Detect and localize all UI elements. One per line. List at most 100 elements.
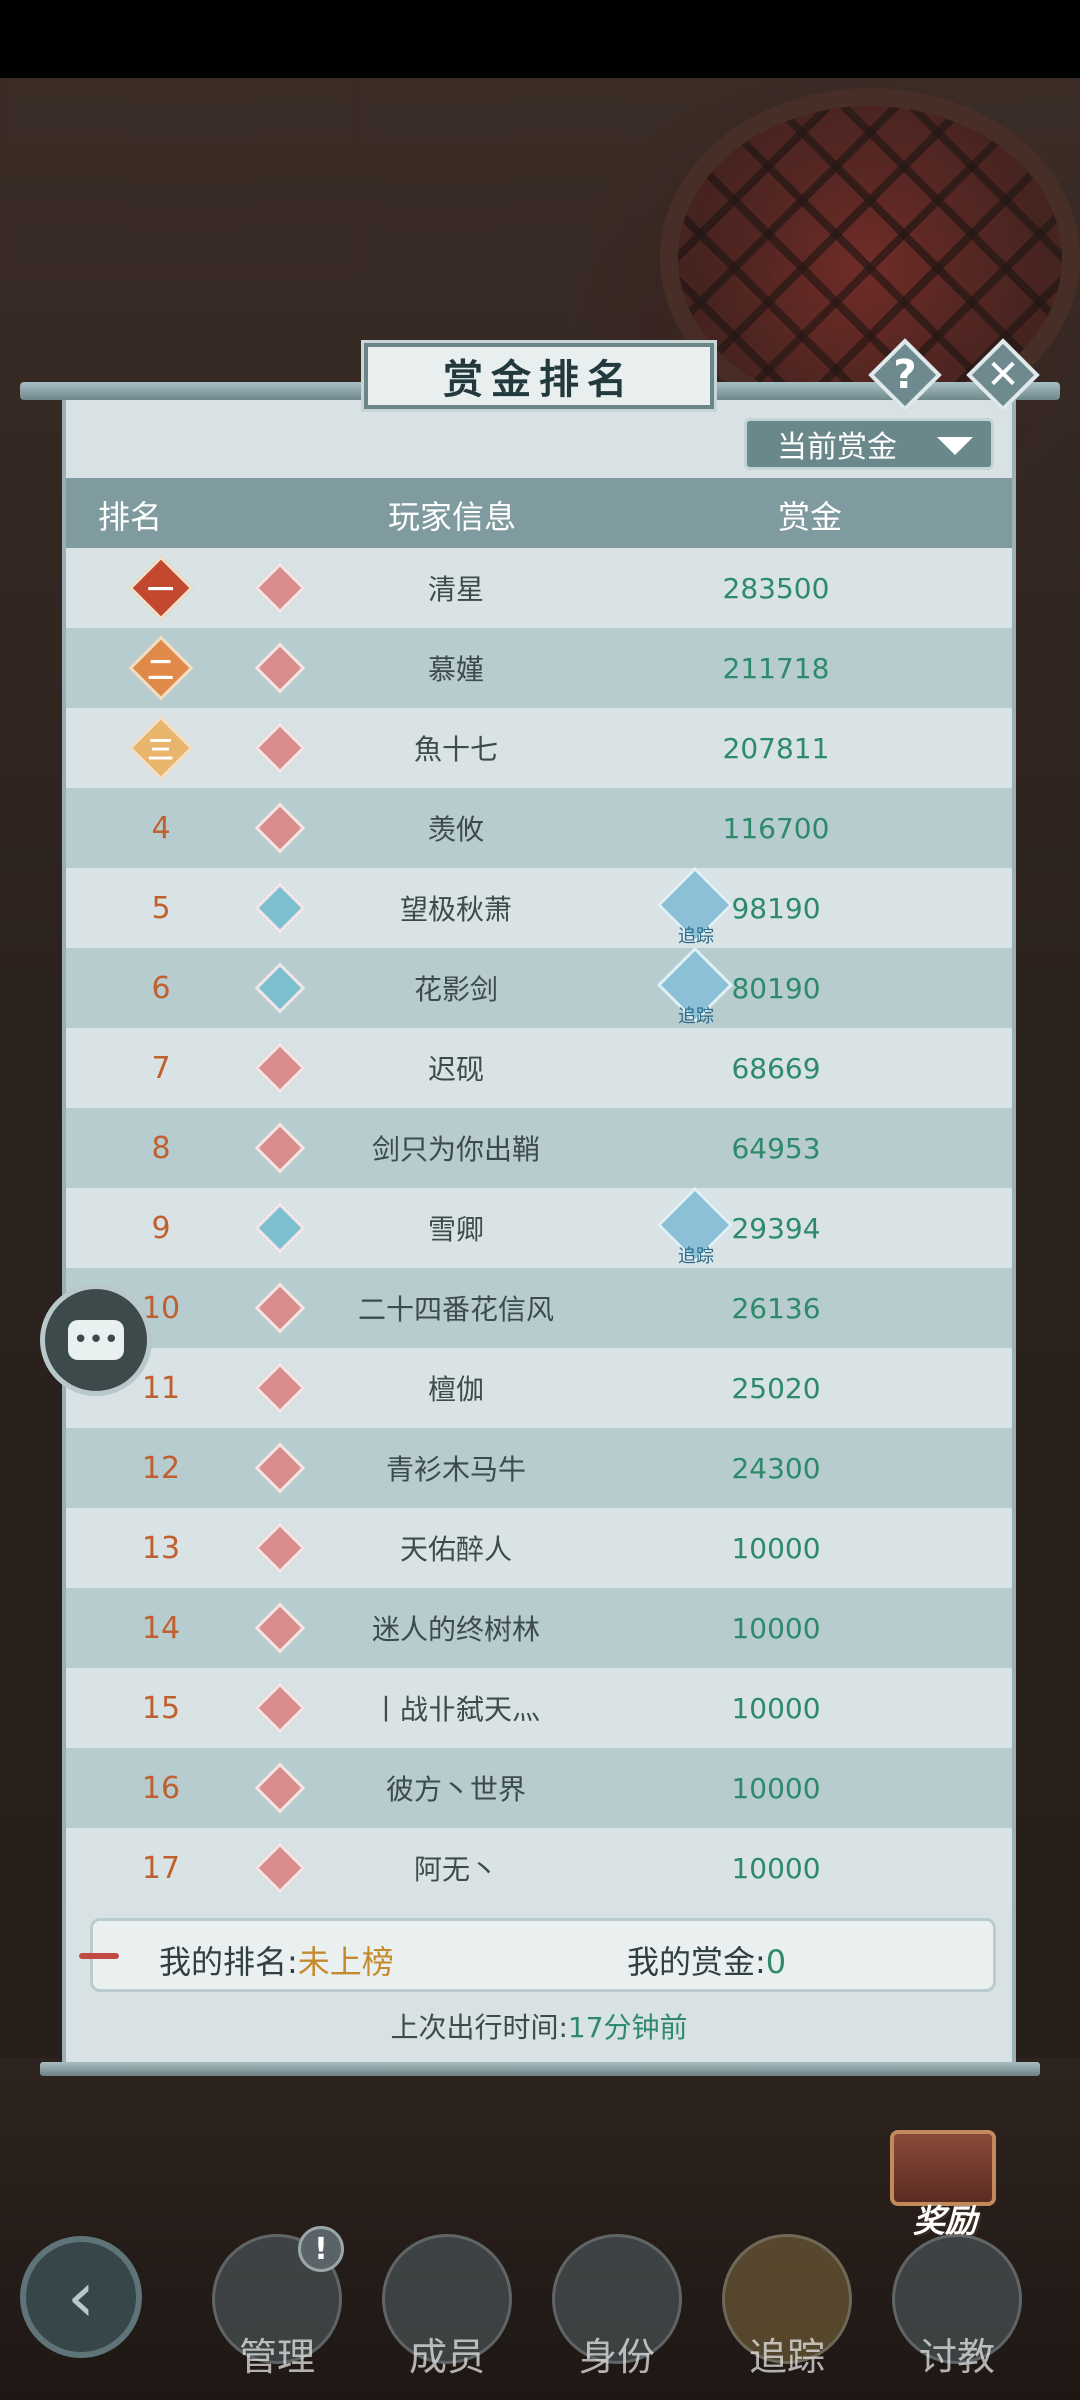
back-button[interactable]: ‹: [20, 2236, 142, 2358]
player-name: 雪卿: [427, 1213, 484, 1246]
rank-value: 15: [141, 1690, 181, 1726]
panel-title: 赏金排名: [443, 356, 635, 403]
rank-value: 8: [151, 1130, 171, 1166]
nav-identity[interactable]: 身份: [552, 2234, 682, 2394]
help-button[interactable]: ?: [868, 338, 942, 412]
rank-cell: 5: [126, 868, 196, 948]
rank-cell: 4: [126, 788, 196, 868]
close-button[interactable]: ✕: [966, 338, 1040, 412]
table-row[interactable]: 15 丨战卝弑天灬 10000: [66, 1668, 1012, 1748]
my-bounty: 我的赏金:0: [627, 1937, 786, 1983]
last-outing-time: 上次出行时间:17分钟前: [66, 2006, 1012, 2046]
rank-medal-icon: 三: [128, 715, 194, 781]
rank-cell: 15: [126, 1668, 196, 1748]
back-arrow-icon: ‹: [67, 2256, 95, 2338]
table-row[interactable]: 9 雪卿 追踪 29394: [66, 1186, 1012, 1268]
header-rank: 排名: [98, 498, 163, 536]
player-name: 阿无丶: [413, 1853, 498, 1886]
rank-cell: 9: [126, 1188, 196, 1268]
bounty-value: 98190: [731, 891, 821, 925]
wooden-beam: [0, 78, 360, 278]
table-row[interactable]: 17 阿无丶 10000: [66, 1828, 1012, 1908]
table-row[interactable]: 三 魚十七 207811: [66, 708, 1012, 788]
bounty-filter-dropdown[interactable]: 当前赏金: [744, 418, 994, 470]
my-rank-label: 我的排名:: [159, 1943, 298, 1981]
bounty-value: 283500: [722, 571, 830, 605]
reward-button[interactable]: 奖励: [880, 2120, 1010, 2240]
rank-value: 11: [141, 1370, 181, 1406]
table-row[interactable]: 6 花影剑 追踪 80190: [66, 946, 1012, 1028]
nav-manage-label: 管理: [238, 2335, 315, 2379]
chat-button[interactable]: •••: [40, 1284, 152, 1396]
rank-cell: 8: [126, 1108, 196, 1188]
rank-cell: 12: [126, 1428, 196, 1508]
rank-value: 17: [141, 1850, 181, 1886]
bounty-value: 116700: [722, 811, 830, 845]
question-icon: ?: [893, 352, 917, 398]
player-name: 二十四番花信风: [357, 1293, 554, 1326]
nav-challenge[interactable]: 讨教: [892, 2234, 1022, 2394]
dropdown-label: 当前赏金: [777, 430, 897, 465]
table-row[interactable]: 13 天佑醉人 10000: [66, 1508, 1012, 1588]
my-bounty-label: 我的赏金:: [627, 1943, 766, 1981]
chat-bubble-icon: •••: [68, 1320, 124, 1360]
table-row[interactable]: 11 檀伽 25020: [66, 1348, 1012, 1428]
nav-members[interactable]: 成员: [382, 2234, 512, 2394]
player-name: 天佑醉人: [399, 1533, 512, 1566]
nav-track[interactable]: 追踪: [722, 2234, 852, 2394]
table-header: 排名 玩家信息 赏金: [66, 478, 1012, 548]
rank-cell: 6: [126, 948, 196, 1028]
my-rank: 我的排名:未上榜: [159, 1937, 394, 1983]
my-rank-value: 未上榜: [297, 1943, 394, 1981]
bounty-value: 10000: [731, 1691, 821, 1725]
nav-track-label: 追踪: [748, 2335, 825, 2379]
bounty-value: 24300: [731, 1451, 821, 1485]
chevron-down-icon: [937, 437, 973, 455]
scroll-bottom-rod: [40, 2062, 1040, 2076]
bounty-value: 29394: [731, 1211, 821, 1245]
rank-value: 14: [141, 1610, 181, 1646]
table-row[interactable]: 7 迟砚 68669: [66, 1028, 1012, 1108]
table-row[interactable]: 一 清星 283500: [66, 548, 1012, 628]
table-row[interactable]: 8 剑只为你出鞘 64953: [66, 1108, 1012, 1188]
bottom-nav: ‹ 管理 成员 身份 追踪 讨教: [0, 2230, 1080, 2400]
table-row[interactable]: 二 慕嫤 211718: [66, 628, 1012, 708]
rank-medal-icon: 二: [128, 635, 194, 701]
rank-cell: 一: [126, 548, 196, 628]
rank-value: 5: [151, 890, 171, 926]
bounty-value: 64953: [731, 1131, 821, 1165]
bounty-value: 211718: [722, 651, 830, 685]
bounty-value: 10000: [731, 1771, 821, 1805]
table-row[interactable]: 16 彼方丶世界 10000: [66, 1748, 1012, 1828]
table-row[interactable]: 14 迷人的终树林 10000: [66, 1588, 1012, 1668]
rank-cell: 三: [126, 708, 196, 788]
rank-value: 二: [147, 655, 175, 686]
rank-medal-icon: 一: [128, 555, 194, 621]
table-row[interactable]: 10 二十四番花信风 26136: [66, 1268, 1012, 1348]
player-name: 羡攸: [427, 813, 484, 846]
bounty-value: 10000: [731, 1851, 821, 1885]
player-name: 清星: [427, 573, 484, 606]
last-out-label: 上次出行时间:: [390, 2011, 568, 2044]
nav-challenge-label: 讨教: [918, 2335, 995, 2379]
player-name: 青衫木马牛: [385, 1453, 526, 1486]
table-row[interactable]: 12 青衫木马牛 24300: [66, 1428, 1012, 1508]
rank-cell: 14: [126, 1588, 196, 1668]
player-name: 迷人的终树林: [371, 1613, 540, 1646]
player-name: 迟砚: [427, 1053, 484, 1086]
player-name: 檀伽: [427, 1373, 484, 1406]
rank-cell: 7: [126, 1028, 196, 1108]
bounty-value: 10000: [731, 1531, 821, 1565]
player-name: 望极秋萧: [399, 893, 512, 926]
rank-value: 一: [147, 575, 175, 606]
table-row[interactable]: 4 羡攸 116700: [66, 788, 1012, 868]
rank-cell: 17: [126, 1828, 196, 1908]
my-bounty-value: 0: [765, 1943, 787, 1981]
pin-marker: [79, 1953, 119, 1959]
my-ranking-bar: 我的排名:未上榜 我的赏金:0: [79, 1918, 996, 1992]
rank-value: 7: [151, 1050, 171, 1086]
player-name: 丨战卝弑天灬: [371, 1693, 540, 1726]
bounty-value: 25020: [731, 1371, 821, 1405]
table-row[interactable]: 5 望极秋萧 追踪 98190: [66, 866, 1012, 948]
header-bounty: 赏金: [778, 498, 843, 536]
